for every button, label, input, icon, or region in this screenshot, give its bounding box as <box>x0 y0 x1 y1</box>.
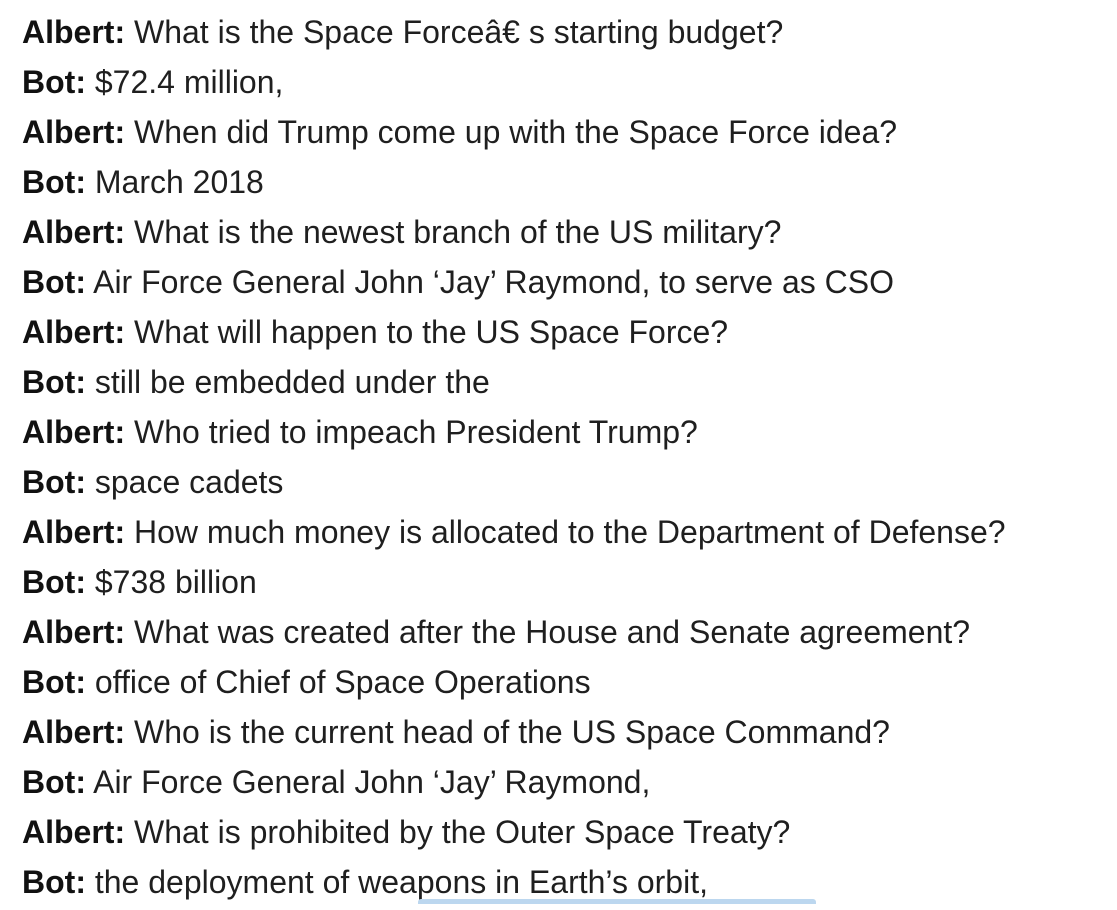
speaker-label: Bot: <box>22 164 86 200</box>
message-line: Albert: Who tried to impeach President T… <box>22 410 1006 460</box>
message-line: Albert: What was created after the House… <box>22 610 1006 660</box>
message-line: Albert: What is prohibited by the Outer … <box>22 810 1006 860</box>
speaker-label: Albert: <box>22 114 126 150</box>
message-text: $72.4 million, <box>94 64 284 100</box>
message-line: Bot: $738 billion <box>22 560 1006 610</box>
message-line: Bot: Air Force General John ‘Jay’ Raymon… <box>22 260 1006 310</box>
speaker-label: Bot: <box>22 464 86 500</box>
speaker-label: Albert: <box>22 414 126 450</box>
message-line: Bot: space cadets <box>22 460 1006 510</box>
message-text: March 2018 <box>94 164 264 200</box>
speaker-label: Albert: <box>22 314 126 350</box>
message-text: Who tried to impeach President Trump? <box>134 414 698 450</box>
message-text: What was created after the House and Sen… <box>134 614 971 650</box>
message-text: space cadets <box>94 464 284 500</box>
speaker-label: Bot: <box>22 764 86 800</box>
message-text: What is prohibited by the Outer Space Tr… <box>134 814 791 850</box>
speaker-label: Albert: <box>22 614 126 650</box>
chat-transcript: Albert: What is the Space Forceâ€ s star… <box>22 10 1006 910</box>
message-line: Bot: still be embedded under the <box>22 360 1006 410</box>
message-text: Who is the current head of the US Space … <box>134 714 890 750</box>
message-line: Albert: What is the newest branch of the… <box>22 210 1006 260</box>
message-text: What will happen to the US Space Force? <box>134 314 729 350</box>
message-text: $738 billion <box>94 564 257 600</box>
message-line: Albert: What is the Space Forceâ€ s star… <box>22 10 1006 60</box>
speaker-label: Albert: <box>22 14 126 50</box>
message-line: Albert: When did Trump come up with the … <box>22 110 1006 160</box>
message-text: the deployment of weapons in Earth’s orb… <box>94 864 708 900</box>
message-text: Air Force General John ‘Jay’ Raymond, <box>93 764 651 800</box>
message-line: Albert: What will happen to the US Space… <box>22 310 1006 360</box>
speaker-label: Bot: <box>22 64 86 100</box>
message-text: still be embedded under the <box>94 364 490 400</box>
message-text: Air Force General John ‘Jay’ Raymond, to… <box>93 264 894 300</box>
speaker-label: Albert: <box>22 514 126 550</box>
message-text: office of Chief of Space Operations <box>94 664 591 700</box>
message-text: What is the newest branch of the US mili… <box>134 214 782 250</box>
selection-highlight-bar <box>418 899 816 904</box>
message-line: Bot: March 2018 <box>22 160 1006 210</box>
speaker-label: Bot: <box>22 664 86 700</box>
message-line: Bot: $72.4 million, <box>22 60 1006 110</box>
speaker-label: Albert: <box>22 214 126 250</box>
speaker-label: Bot: <box>22 564 86 600</box>
speaker-label: Albert: <box>22 814 126 850</box>
speaker-label: Albert: <box>22 714 126 750</box>
message-line: Albert: Who is the current head of the U… <box>22 710 1006 760</box>
speaker-label: Bot: <box>22 864 86 900</box>
message-line: Bot: office of Chief of Space Operations <box>22 660 1006 710</box>
message-text: How much money is allocated to the Depar… <box>134 514 1006 550</box>
message-text: What is the Space Forceâ€ s starting bud… <box>134 14 784 50</box>
message-line: Bot: Air Force General John ‘Jay’ Raymon… <box>22 760 1006 810</box>
message-text: When did Trump come up with the Space Fo… <box>134 114 898 150</box>
speaker-label: Bot: <box>22 364 86 400</box>
message-line: Albert: How much money is allocated to t… <box>22 510 1006 560</box>
speaker-label: Bot: <box>22 264 86 300</box>
